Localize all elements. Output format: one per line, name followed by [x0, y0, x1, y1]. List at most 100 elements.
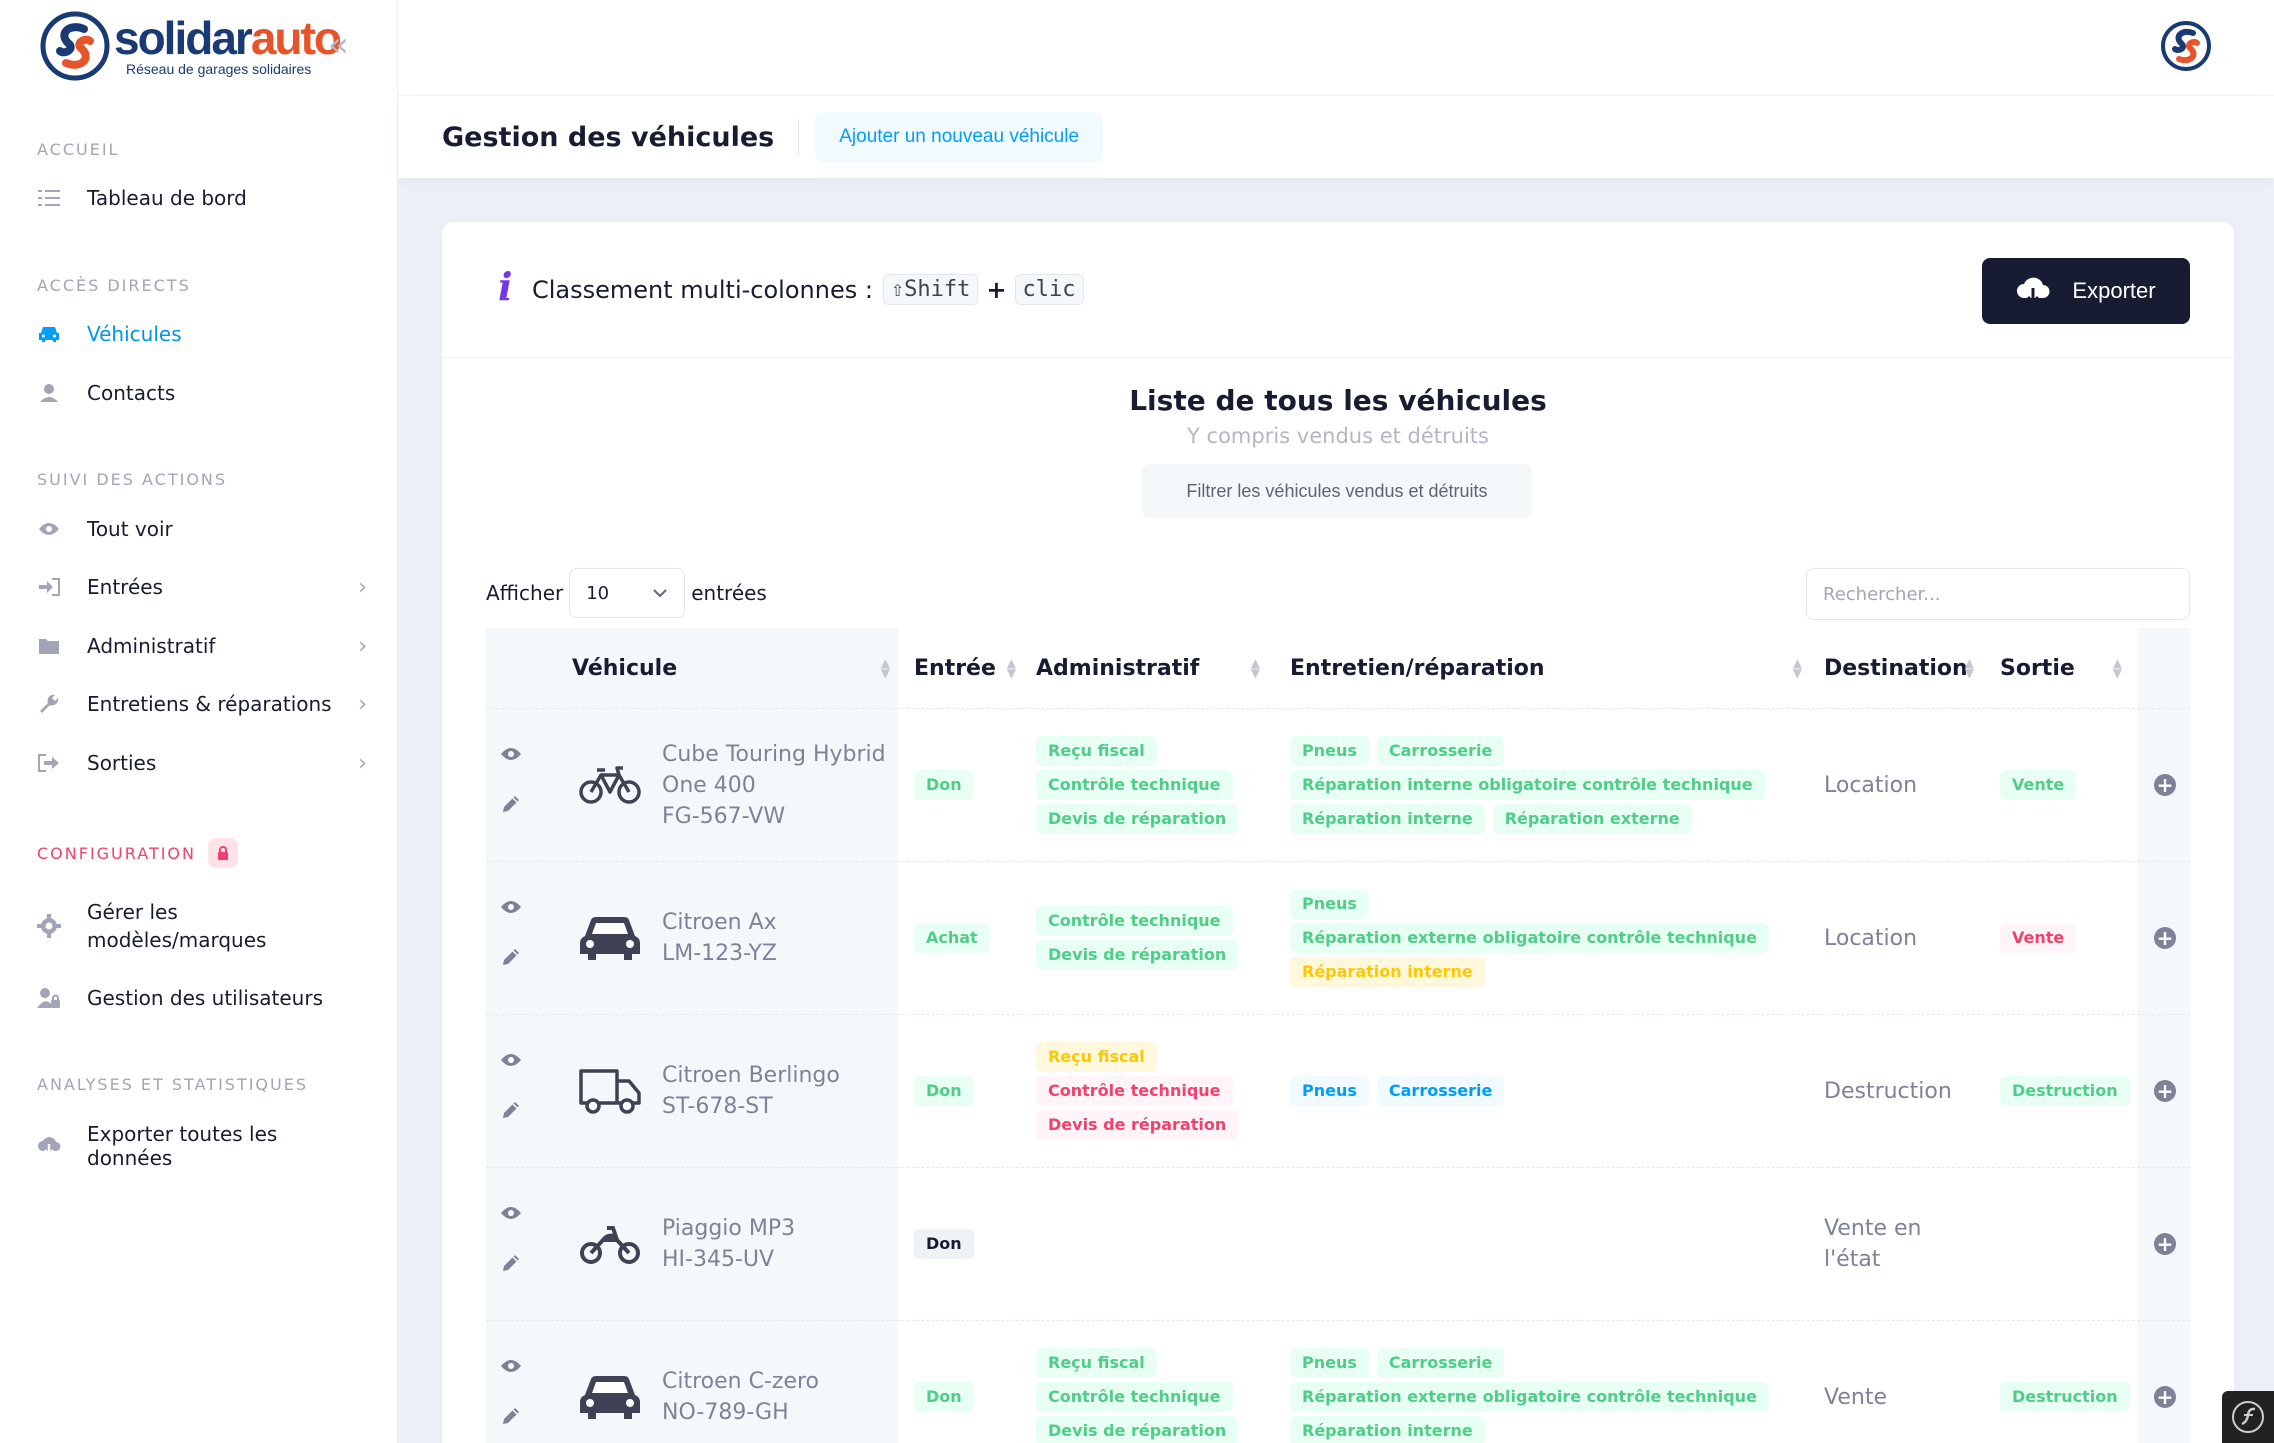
table-row: Citroen Berlingo ST-678-ST Don Reçu fiscal C…	[486, 1014, 2190, 1167]
view-icon[interactable]	[498, 894, 524, 920]
column-header-entretien[interactable]: Entretien/réparation ▲ ▼	[1290, 628, 1810, 708]
view-icon[interactable]	[498, 1200, 524, 1226]
add-vehicle-button[interactable]: Ajouter un nouveau véhicule	[815, 112, 1104, 162]
entree-cell: Don	[914, 1229, 974, 1259]
admin-cell: Contrôle technique Devis de réparation	[1036, 906, 1239, 970]
expand-row-icon[interactable]: +	[2154, 1080, 2176, 1102]
sidebar-item-contacts[interactable]: Contacts	[37, 381, 367, 405]
view-icon[interactable]	[498, 741, 524, 767]
sidebar-item-administratif[interactable]: Administratif ›	[37, 633, 367, 659]
sidebar-item-export-all[interactable]: Exporter toutes les données	[37, 1122, 367, 1170]
admin-badge: Contrôle technique	[1036, 1382, 1233, 1412]
repair-badge: Réparation externe obligatoire contrôle …	[1290, 1382, 1769, 1412]
sidebar-item-label: Sorties	[87, 751, 157, 775]
view-icon[interactable]	[498, 1353, 524, 1379]
chevron-right-icon: ›	[358, 691, 367, 717]
sidebar-item-vehicules[interactable]: Véhicules	[37, 322, 367, 346]
repair-badge: Réparation interne	[1290, 1416, 1485, 1443]
edit-icon[interactable]	[498, 944, 524, 970]
vehicle-name[interactable]: Citroen Berlingo ST-678-ST	[662, 1060, 840, 1122]
click-key: clic	[1014, 274, 1084, 305]
admin-cell: Reçu fiscal Contrôle technique Devis de ré…	[1036, 736, 1239, 834]
header-label: Entrée	[914, 655, 996, 681]
search-input[interactable]	[1806, 568, 2190, 620]
sidebar-item-utilisateurs[interactable]: Gestion des utilisateurs	[37, 986, 367, 1010]
header-label: Destination	[1824, 655, 1968, 681]
expand-row-icon[interactable]: +	[2154, 774, 2176, 796]
vehicle-name[interactable]: Piaggio MP3 HI-345-UV	[662, 1213, 795, 1275]
entree-badge: Don	[914, 1076, 974, 1106]
page-length-control: Afficher 10 entrées	[486, 568, 767, 618]
sidebar-item-tout-voir[interactable]: Tout voir	[37, 517, 367, 541]
sidebar-item-modeles[interactable]: Gérer les modèles/marques	[37, 898, 367, 954]
export-label: Exporter	[2072, 278, 2156, 303]
multi-sort-label: Classement multi-colonnes :	[532, 275, 873, 304]
vehicle-line: LM-123-YZ	[662, 941, 778, 966]
edit-icon[interactable]	[498, 1403, 524, 1429]
view-icon[interactable]	[498, 1047, 524, 1073]
entree-cell: Achat	[914, 923, 990, 953]
sidebar-item-label: Tout voir	[87, 517, 173, 541]
export-button[interactable]: Exporter	[1982, 258, 2190, 324]
table-row: Citroen Ax LM-123-YZ Achat Contrôle techniq…	[486, 861, 2190, 1014]
column-header-destination[interactable]: Destination ▲ ▼	[1824, 628, 1982, 708]
destination-line: Vente en	[1824, 1216, 1922, 1241]
sidebar-item-entrees[interactable]: Entrées ›	[37, 575, 367, 600]
vehicle-name[interactable]: Citroen Ax LM-123-YZ	[662, 907, 777, 969]
repair-badge: Carrosserie	[1376, 736, 1505, 766]
repair-badge: Réparation interne	[1290, 957, 1485, 987]
column-header-entree[interactable]: Entrée ▲ ▼	[914, 628, 1024, 708]
vehicle-line: Citroen Berlingo	[662, 1063, 840, 1088]
card-header: i Classement multi-colonnes : ⇧Shift + c…	[442, 222, 2234, 358]
sidebar-item-label: Gérer les	[87, 900, 178, 924]
column-header-vehicule[interactable]: Véhicule ▲ ▼	[572, 628, 898, 708]
user-avatar[interactable]	[2160, 20, 2212, 72]
motorcycle-icon	[578, 1216, 642, 1272]
multi-sort-hint: Classement multi-colonnes : ⇧Shift + cli…	[532, 274, 1084, 305]
sort-icon: ▲ ▼	[2112, 656, 2122, 680]
logo-icon	[40, 11, 110, 81]
vehicle-line: Citroen C-zero	[662, 1369, 819, 1394]
vehicle-line: Piaggio MP3	[662, 1216, 796, 1241]
symfony-toolbar-icon[interactable]	[2222, 1391, 2274, 1443]
column-header-administratif[interactable]: Administratif ▲ ▼	[1036, 628, 1268, 708]
expand-row-icon[interactable]: +	[2154, 1386, 2176, 1408]
filter-sold-destroyed-button[interactable]: Filtrer les véhicules vendus et détruits	[1142, 464, 1532, 518]
sidebar-item-label: Véhicules	[87, 322, 182, 346]
info-icon: i	[498, 264, 513, 309]
edit-icon[interactable]	[498, 1097, 524, 1123]
sidebar-item-dashboard[interactable]: Tableau de bord	[37, 186, 367, 210]
chevron-right-icon: ›	[358, 633, 367, 659]
section-configuration: CONFIGURATION	[37, 838, 238, 868]
brand-logo[interactable]: solidarauto Réseau de garages solidaires	[40, 8, 342, 84]
vehicle-line: One 400	[662, 772, 756, 798]
list-icon	[37, 186, 61, 210]
vehicle-line: Citroen Ax	[662, 910, 777, 935]
toolbar-divider	[798, 119, 800, 155]
vehicle-name[interactable]: Citroen C-zero NO-789-GH	[662, 1366, 819, 1428]
page-length-select[interactable]: 10	[569, 568, 686, 618]
admin-badge: Devis de réparation	[1036, 804, 1239, 834]
sortie-badge: Destruction	[2000, 1076, 2130, 1106]
vehicles-card: i Classement multi-colonnes : ⇧Shift + c…	[442, 222, 2234, 1443]
sidebar-item-sorties[interactable]: Sorties ›	[37, 751, 367, 776]
expand-row-icon[interactable]: +	[2154, 1233, 2176, 1255]
top-bar	[398, 0, 2274, 96]
vehicle-line: ST-678-ST	[662, 1094, 773, 1119]
expand-row-icon[interactable]: +	[2154, 927, 2176, 949]
edit-icon[interactable]	[498, 1250, 524, 1276]
sidebar-item-entretiens[interactable]: Entretiens & réparations ›	[37, 691, 367, 717]
collapse-sidebar-icon[interactable]: «	[328, 28, 349, 62]
cloud-download-icon	[2017, 277, 2050, 306]
truck-icon	[578, 1063, 642, 1119]
sort-icon: ▲ ▼	[1792, 656, 1802, 680]
entree-badge: Don	[914, 770, 974, 800]
sidebar-item-label: Gestion des utilisateurs	[87, 986, 323, 1010]
vehicle-line: Cube Touring Hybrid	[662, 741, 886, 767]
vehicle-line: FG-567-VW	[662, 803, 786, 829]
vehicle-name[interactable]: Cube Touring Hybrid One 400 FG-567-VW	[662, 739, 886, 832]
column-header-sortie[interactable]: Sortie ▲ ▼	[2000, 628, 2130, 708]
admin-cell: Reçu fiscal Contrôle technique Devis de ré…	[1036, 1348, 1239, 1443]
destination-line: Destruction	[1824, 1078, 1952, 1104]
edit-icon[interactable]	[498, 791, 524, 817]
